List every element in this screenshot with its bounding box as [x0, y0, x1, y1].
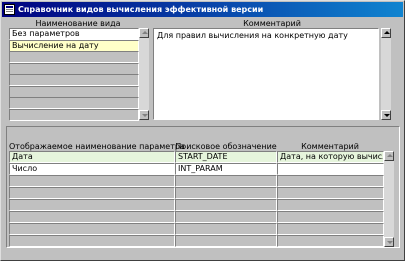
param-search-code-cell[interactable]	[175, 187, 277, 199]
param-search-code-cell[interactable]: INT_PARAM	[175, 163, 277, 175]
kinds-list-item[interactable]	[9, 74, 139, 86]
params-scroll-down-button[interactable]	[384, 237, 394, 247]
param-comment-cell[interactable]	[277, 223, 384, 235]
kinds-list-item[interactable]	[9, 62, 139, 75]
param-name-cell[interactable]: Число	[9, 163, 175, 175]
param-search-code-cell[interactable]: START_DATE	[175, 151, 277, 163]
comment-scroll-down-button[interactable]	[381, 110, 391, 120]
param-name-cell[interactable]	[9, 199, 175, 211]
param-comment-cell[interactable]	[277, 235, 384, 247]
kinds-scrollbar[interactable]	[139, 28, 149, 120]
param-name-cell[interactable]	[9, 223, 175, 235]
comment-scroll-up-button[interactable]	[381, 28, 391, 38]
kinds-list-item[interactable]: Вычисление на дату	[9, 39, 139, 52]
scroll-up-arrow-icon	[384, 31, 390, 34]
title-bar[interactable]: Справочник видов вычисления эффективной …	[2, 2, 403, 17]
param-comment-cell[interactable]	[277, 199, 384, 211]
comment-textarea[interactable]: Для правил вычисления на конкретную дату	[153, 28, 379, 120]
param-comment-cell[interactable]	[277, 211, 384, 223]
kinds-list-item[interactable]: Без параметров	[9, 28, 139, 40]
param-comment-cell[interactable]	[277, 187, 384, 199]
scroll-down-arrow-icon	[142, 114, 148, 117]
param-name-cell[interactable]	[9, 187, 175, 199]
param-name-cell[interactable]: Дата	[9, 151, 175, 163]
params-scroll-up-button[interactable]	[384, 151, 394, 161]
scroll-up-arrow-icon	[387, 154, 393, 157]
kinds-scroll-up-button[interactable]	[139, 28, 149, 38]
kinds-list-item[interactable]	[9, 85, 139, 98]
scroll-down-arrow-icon	[384, 114, 390, 117]
param-name-cell[interactable]	[9, 175, 175, 187]
param-search-code-cell[interactable]	[175, 235, 277, 247]
param-search-code-cell[interactable]	[175, 199, 277, 211]
scroll-down-arrow-icon	[387, 241, 393, 244]
param-search-code-cell[interactable]	[175, 223, 277, 235]
window-app-icon[interactable]	[4, 4, 15, 15]
param-search-code-cell[interactable]	[175, 175, 277, 187]
kinds-list-item[interactable]	[9, 51, 139, 63]
scroll-up-arrow-icon	[142, 31, 148, 34]
param-comment-cell[interactable]: Дата, на которую вычислят	[277, 151, 384, 163]
kinds-list-item[interactable]	[9, 108, 139, 121]
window-title: Справочник видов вычисления эффективной …	[18, 5, 264, 14]
param-name-cell[interactable]	[9, 211, 175, 223]
kinds-scroll-down-button[interactable]	[139, 110, 149, 120]
comment-text: Для правил вычисления на конкретную дату	[157, 31, 348, 40]
kinds-list-item[interactable]	[9, 97, 139, 109]
comment-scrollbar[interactable]	[381, 28, 391, 120]
param-search-code-cell[interactable]	[175, 211, 277, 223]
param-comment-cell[interactable]	[277, 163, 384, 175]
param-comment-cell[interactable]	[277, 175, 384, 187]
param-name-cell[interactable]	[9, 235, 175, 247]
app-window: Справочник видов вычисления эффективной …	[0, 0, 405, 261]
params-scrollbar[interactable]	[384, 151, 394, 247]
